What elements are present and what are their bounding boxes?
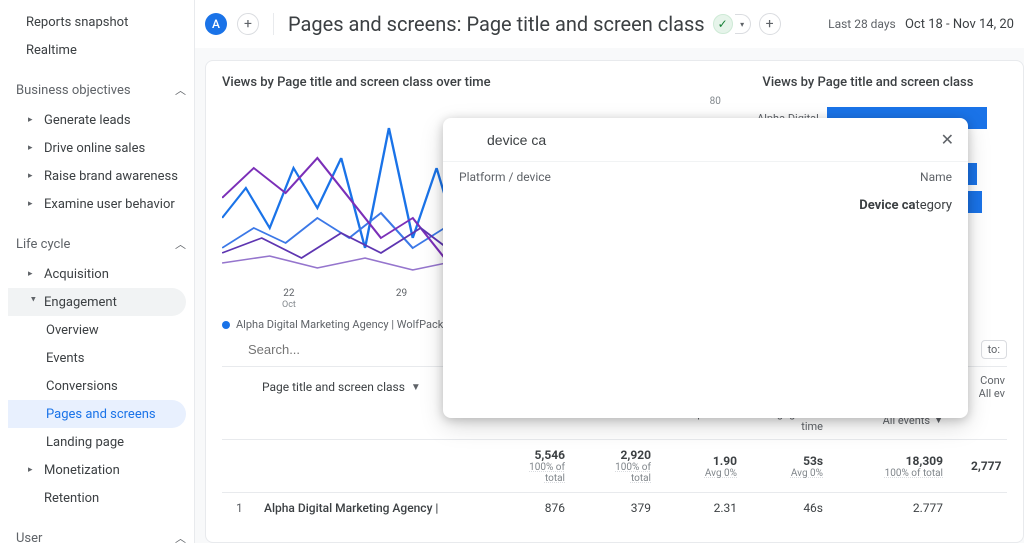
close-icon[interactable]: ✕: [941, 130, 954, 149]
table-search-input[interactable]: [248, 342, 448, 357]
nav-monetization[interactable]: ▸Monetization: [8, 456, 194, 484]
nav-acquisition[interactable]: ▸Acquisition: [8, 260, 194, 288]
dimension-search-input[interactable]: [487, 132, 929, 148]
nav-retention[interactable]: ▸Retention: [8, 484, 194, 512]
chevron-up-icon: ︿: [175, 82, 186, 98]
table-summary-row: 5,546100% of total 2,920100% of total 1.…: [222, 440, 1007, 493]
nav-engagement-pages-screens[interactable]: Pages and screens: [8, 400, 186, 428]
title-dropdown[interactable]: ▾: [735, 14, 751, 34]
dimension-picker[interactable]: Page title and screen class ▼: [222, 380, 421, 394]
nav-group-business-objectives[interactable]: Business objectives ︿: [8, 74, 194, 106]
nav-engagement[interactable]: ▸Engagement: [8, 288, 186, 316]
x-tick: 29: [396, 288, 407, 299]
dimension-search-popup: ✕ Platform / device Name Device category: [443, 118, 968, 418]
table-row[interactable]: 1 Alpha Digital Marketing Agency | 876 3…: [222, 493, 1007, 523]
divider: [273, 13, 274, 35]
date-range-picker[interactable]: Last 28 days Oct 18 - Nov 14, 20: [828, 17, 1014, 32]
nav-group-label: Life cycle: [16, 237, 70, 252]
nav-generate-leads[interactable]: ▸Generate leads: [8, 106, 194, 134]
search-icon: [222, 341, 240, 359]
nav-engagement-landing-page[interactable]: Landing page: [8, 428, 186, 456]
add-comparison-button[interactable]: +: [237, 13, 259, 35]
x-tick: 22: [283, 288, 294, 299]
nav-examine-user-behavior[interactable]: ▸Examine user behavior: [8, 190, 194, 218]
top-toolbar: A + Pages and screens: Page title and sc…: [195, 0, 1024, 48]
nav-group-user[interactable]: User ︿: [8, 522, 194, 543]
check-icon[interactable]: ✓: [713, 14, 733, 34]
row-title: Alpha Digital Marketing Agency |: [250, 501, 493, 515]
popup-column-headers: Platform / device Name: [443, 162, 968, 194]
nav-group-label: Business objectives: [16, 83, 131, 98]
nav-engagement-conversions[interactable]: Conversions: [8, 372, 186, 400]
bar-chart-title: Views by Page title and screen class: [729, 75, 1007, 90]
search-icon: [457, 129, 475, 151]
add-button[interactable]: +: [759, 13, 781, 35]
legend-dot-icon: [222, 321, 230, 329]
nav-realtime[interactable]: Realtime: [8, 36, 194, 64]
account-badge[interactable]: A: [205, 13, 227, 35]
nav-reports-snapshot[interactable]: Reports snapshot: [8, 8, 194, 36]
chevron-up-icon: ︿: [175, 530, 186, 543]
y-axis-tick: 80: [710, 96, 721, 107]
search-result-device-category[interactable]: Device category: [443, 194, 968, 217]
chevron-down-icon: ▼: [411, 382, 421, 393]
nav-engagement-overview[interactable]: Overview: [8, 316, 186, 344]
conversions-column-header: ConvAll ev: [979, 374, 1007, 400]
nav-group-life-cycle[interactable]: Life cycle ︿: [8, 228, 194, 260]
to-label: to:: [981, 340, 1007, 359]
page-title: Pages and screens: Page title and screen…: [288, 12, 781, 36]
line-chart-title: Views by Page title and screen class ove…: [222, 75, 699, 90]
nav-engagement-events[interactable]: Events: [8, 344, 186, 372]
chevron-up-icon: ︿: [175, 236, 186, 252]
nav-raise-brand-awareness[interactable]: ▸Raise brand awareness: [8, 162, 194, 190]
nav-group-label: User: [16, 531, 42, 543]
sidebar-nav: Reports snapshot Realtime Business objec…: [0, 0, 195, 543]
nav-drive-online-sales[interactable]: ▸Drive online sales: [8, 134, 194, 162]
